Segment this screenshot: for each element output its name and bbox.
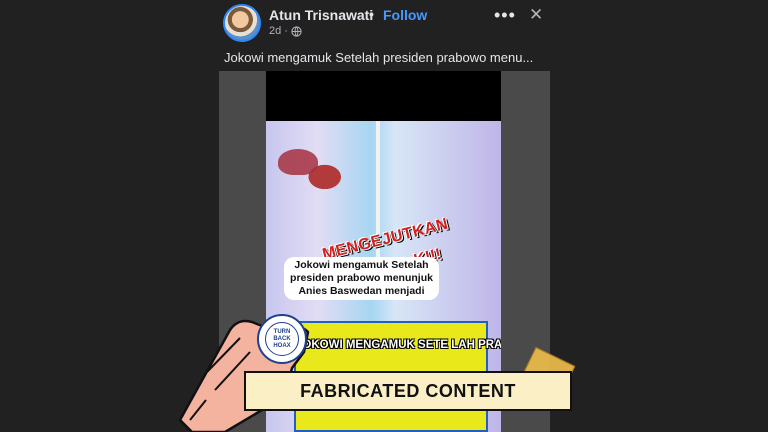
more-icon[interactable]: ••• xyxy=(494,5,516,26)
badge-inner: TURN BACK HOAX xyxy=(265,322,299,356)
follow-button[interactable]: Follow xyxy=(383,7,427,23)
face-image xyxy=(278,149,318,175)
post-meta: 2d · xyxy=(269,25,302,37)
globe-icon xyxy=(291,25,302,37)
avatar[interactable] xyxy=(223,4,261,42)
author-name[interactable]: Atun Trisnawati xyxy=(269,7,373,23)
turnbackhoax-badge: TURN BACK HOAX xyxy=(257,314,307,364)
fabricated-content-label: FABRICATED CONTENT xyxy=(244,371,572,411)
badge-text: TURN BACK HOAX xyxy=(273,328,291,349)
post-header: Atun Trisnawati • Follow 2d · ••• ✕ xyxy=(222,3,550,43)
post-time[interactable]: 2d xyxy=(269,25,281,37)
speech-bubble: Jokowi mengamuk Setelah presiden prabowo… xyxy=(284,257,439,300)
close-icon[interactable]: ✕ xyxy=(529,5,543,25)
post-caption: Jokowi mengamuk Setelah presiden prabowo… xyxy=(224,50,534,65)
separator-dot: • xyxy=(369,6,374,22)
separator-dot-small: · xyxy=(284,25,288,37)
video-title: JOKOWI MENGAMUK SETE LAH PRABOWO SUBIAN xyxy=(296,339,501,351)
